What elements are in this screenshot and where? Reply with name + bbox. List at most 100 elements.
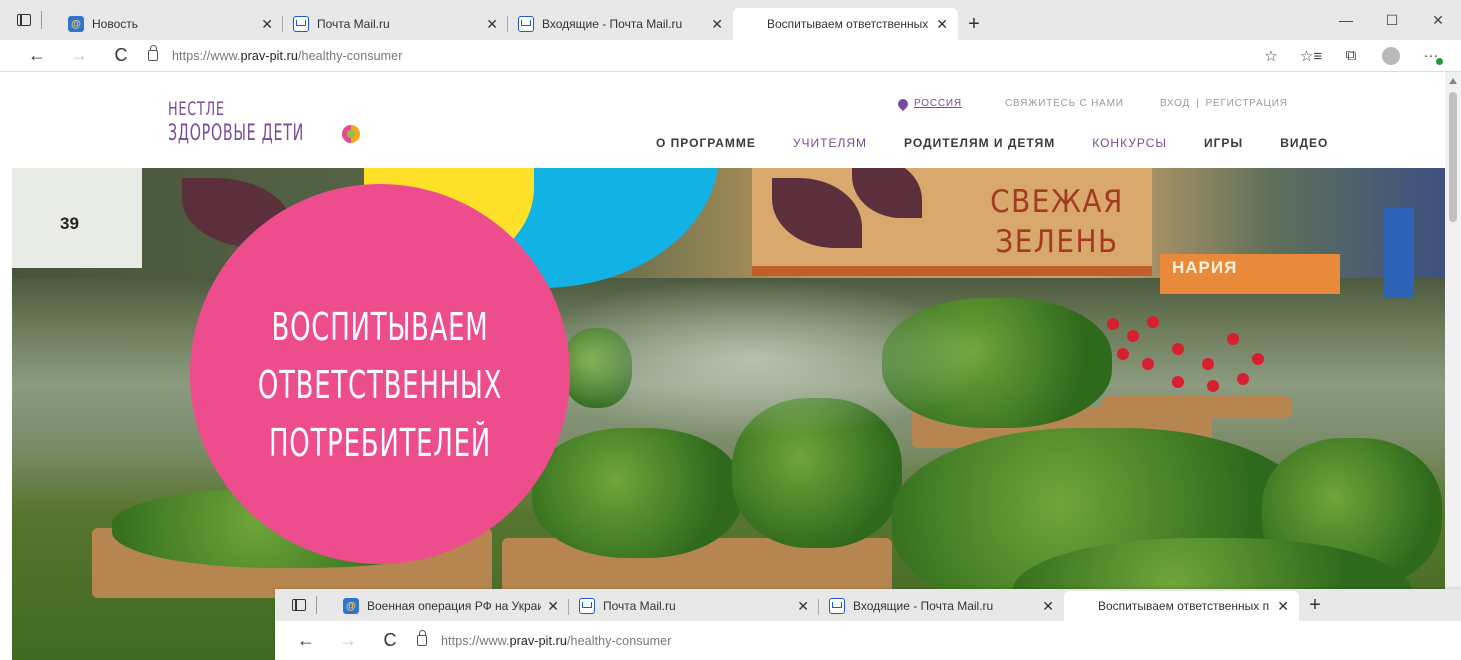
close-tab-icon[interactable]: ✕: [1277, 598, 1289, 615]
tab-actions-icon[interactable]: [291, 599, 306, 611]
browser-tab-inbox[interactable]: Входящие - Почта Mail.ru ✕: [508, 8, 733, 40]
browser-tab-news[interactable]: Новость ✕: [58, 8, 283, 40]
back-button[interactable]: ←: [285, 625, 327, 657]
page-scrollbar[interactable]: [1445, 72, 1461, 660]
nav-item-teachers[interactable]: УЧИТЕЛЯМ: [793, 136, 867, 150]
tab-divider: [40, 11, 42, 29]
browser-tab-active[interactable]: ♣ Воспитываем ответственных п ✕: [1064, 591, 1299, 621]
url-field[interactable]: https://www.prav-pit.ru/healthy-consumer: [417, 628, 1461, 654]
url-field[interactable]: https://www.prav-pit.ru/healthy-consumer: [148, 43, 1251, 69]
reload-button[interactable]: C: [100, 40, 142, 72]
browser-tab-bar: Новость ✕ Почта Mail.ru ✕ Входящие - Поч…: [0, 0, 1461, 40]
nestle-favicon-icon: ♣: [1078, 600, 1086, 612]
hero-title-line-3: ПОТРЕБИТЕЛЕЙ: [269, 421, 491, 465]
tab-label: Новость: [92, 17, 139, 31]
tab-actions: [275, 589, 333, 621]
reload-button[interactable]: C: [369, 625, 411, 657]
mail-favicon-icon: [829, 598, 845, 614]
radish-image: [1147, 316, 1159, 328]
window-controls: — ☐ ✕: [1323, 0, 1461, 40]
favorite-add-icon[interactable]: ☆: [1251, 40, 1291, 72]
browser-tab-mail[interactable]: Почта Mail.ru ✕: [283, 8, 508, 40]
browser-tab-news[interactable]: Военная операция РФ на Украи ✕: [333, 591, 569, 621]
news-favicon-icon: [68, 16, 84, 32]
contact-link[interactable]: СВЯЖИТЕСЬ С НАМИ: [1005, 98, 1124, 109]
close-tab-icon[interactable]: ✕: [711, 16, 723, 33]
region-selector[interactable]: РОССИЯ: [895, 96, 962, 111]
login-link[interactable]: ВХОД: [1160, 98, 1190, 109]
new-tab-button[interactable]: +: [1299, 589, 1331, 621]
browser-tab-inbox[interactable]: Входящие - Почта Mail.ru ✕: [819, 591, 1064, 621]
nav-item-about[interactable]: О ПРОГРАММЕ: [656, 136, 756, 150]
toolbar-right: ☆ ☆≡ ⧉ ···: [1251, 40, 1451, 72]
tab-label: Входящие - Почта Mail.ru: [542, 17, 683, 31]
favorites-icon[interactable]: ☆≡: [1291, 40, 1331, 72]
location-pin-icon: [895, 96, 911, 111]
close-tab-icon[interactable]: ✕: [1042, 598, 1054, 615]
tab-actions-icon[interactable]: [16, 14, 31, 26]
auth-separator: |: [1196, 98, 1200, 109]
radish-image: [1172, 343, 1184, 355]
maximize-button[interactable]: ☐: [1369, 0, 1415, 40]
minimize-button[interactable]: —: [1323, 0, 1369, 40]
tab-label: Входящие - Почта Mail.ru: [853, 599, 994, 613]
profile-avatar-icon[interactable]: [1382, 46, 1400, 65]
tab-divider: [315, 596, 317, 614]
close-tab-icon[interactable]: ✕: [797, 598, 809, 615]
sign-line-2: ЗЕЛЕНЬ: [995, 224, 1119, 260]
url-text: https://www.prav-pit.ru/healthy-consumer: [441, 633, 672, 648]
news-favicon-icon: [343, 598, 359, 614]
logo-line1: НЕСТЛЕ: [168, 98, 225, 120]
radish-image: [1227, 333, 1239, 345]
browser-tab-mail[interactable]: Почта Mail.ru ✕: [569, 591, 819, 621]
nav-item-parents[interactable]: РОДИТЕЛЯМ И ДЕТЯМ: [904, 136, 1055, 150]
radish-image: [1117, 348, 1129, 360]
tab-label: Почта Mail.ru: [317, 17, 390, 31]
more-menu-icon[interactable]: ···: [1411, 40, 1451, 72]
radish-image: [1207, 380, 1219, 392]
radish-image: [1252, 353, 1264, 365]
tab-label: Воспитываем ответственных п: [767, 17, 931, 31]
update-badge: [1436, 57, 1443, 65]
second-browser-window: Военная операция РФ на Украи ✕ Почта Mai…: [275, 589, 1461, 660]
basket-image: [1102, 396, 1292, 418]
collections-icon[interactable]: ⧉: [1331, 40, 1371, 72]
mail-favicon-icon: [518, 16, 534, 32]
close-tab-icon[interactable]: ✕: [936, 16, 948, 33]
mist-overlay: [512, 278, 992, 438]
nav-item-games[interactable]: ИГРЫ: [1204, 136, 1243, 150]
close-tab-icon[interactable]: ✕: [261, 16, 273, 33]
browser-tab-active[interactable]: ♣ Воспитываем ответственных п ✕: [733, 8, 958, 40]
lock-icon[interactable]: [148, 45, 158, 61]
nav-item-contests[interactable]: КОНКУРСЫ: [1092, 136, 1167, 150]
radish-image: [1237, 373, 1249, 385]
close-window-button[interactable]: ✕: [1415, 0, 1461, 40]
site-header: НЕСТЛЕ ЗДОРОВЫЕ ДЕТИ РОССИЯ СВЯЖИТЕСЬ С …: [0, 72, 1445, 168]
lock-icon[interactable]: [417, 630, 427, 646]
close-tab-icon[interactable]: ✕: [547, 598, 559, 615]
close-tab-icon[interactable]: ✕: [486, 16, 498, 33]
nav-item-video[interactable]: ВИДЕО: [1280, 136, 1328, 150]
logo-emblem-icon: [342, 125, 360, 143]
forward-button[interactable]: →: [58, 40, 100, 72]
radish-image: [1107, 318, 1119, 330]
url-text: https://www.prav-pit.ru/healthy-consumer: [172, 48, 403, 63]
forward-button[interactable]: →: [327, 625, 369, 657]
scroll-up-arrow-icon[interactable]: [1449, 78, 1457, 84]
tab-actions: [0, 0, 58, 40]
tab-label: Военная операция РФ на Украи: [367, 599, 542, 613]
logo-line2: ЗДОРОВЫЕ ДЕТИ: [168, 121, 305, 146]
mail-favicon-icon: [579, 598, 595, 614]
register-link[interactable]: РЕГИСТРАЦИЯ: [1206, 98, 1288, 109]
scroll-thumb[interactable]: [1449, 92, 1457, 222]
store-orange-sign-text: НАРИЯ: [1172, 258, 1238, 277]
site-logo[interactable]: НЕСТЛЕ ЗДОРОВЫЕ ДЕТИ: [168, 100, 360, 145]
hero-banner: 39 СВЕЖАЯ ЗЕЛЕНЬ НАРИЯ ВОСПИТЫВАЕМ ОТВЕТ…: [12, 168, 1445, 660]
tab-label: Почта Mail.ru: [603, 599, 676, 613]
nestle-favicon-icon: ♣: [747, 18, 755, 30]
second-address-bar: ← → C https://www.prav-pit.ru/healthy-co…: [275, 621, 1461, 660]
mail-favicon-icon: [293, 16, 309, 32]
back-button[interactable]: ←: [16, 40, 58, 72]
new-tab-button[interactable]: +: [958, 8, 990, 40]
radish-image: [1202, 358, 1214, 370]
